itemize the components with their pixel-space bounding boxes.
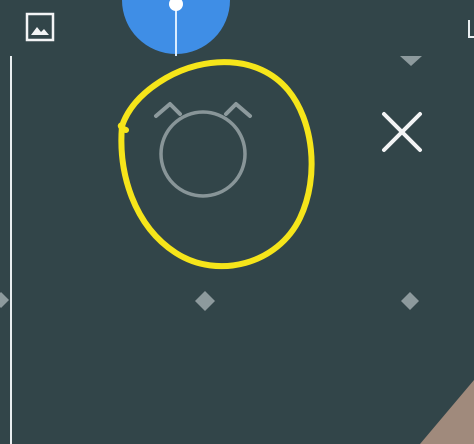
diamond-marker-left [0, 291, 10, 309]
image-frame-left-edge [0, 56, 12, 444]
alarm-clock-icon[interactable] [154, 102, 252, 198]
close-icon[interactable] [380, 110, 424, 154]
diamond-marker-center [194, 290, 216, 312]
editor-screen [0, 0, 474, 444]
diamond-marker-right [400, 291, 420, 311]
highlight-circle [117, 59, 315, 270]
image-icon[interactable] [25, 12, 55, 42]
image-frame-right-edge [468, 20, 474, 38]
alarm-highlight-group [108, 48, 318, 278]
triangle-down-marker [398, 54, 424, 68]
